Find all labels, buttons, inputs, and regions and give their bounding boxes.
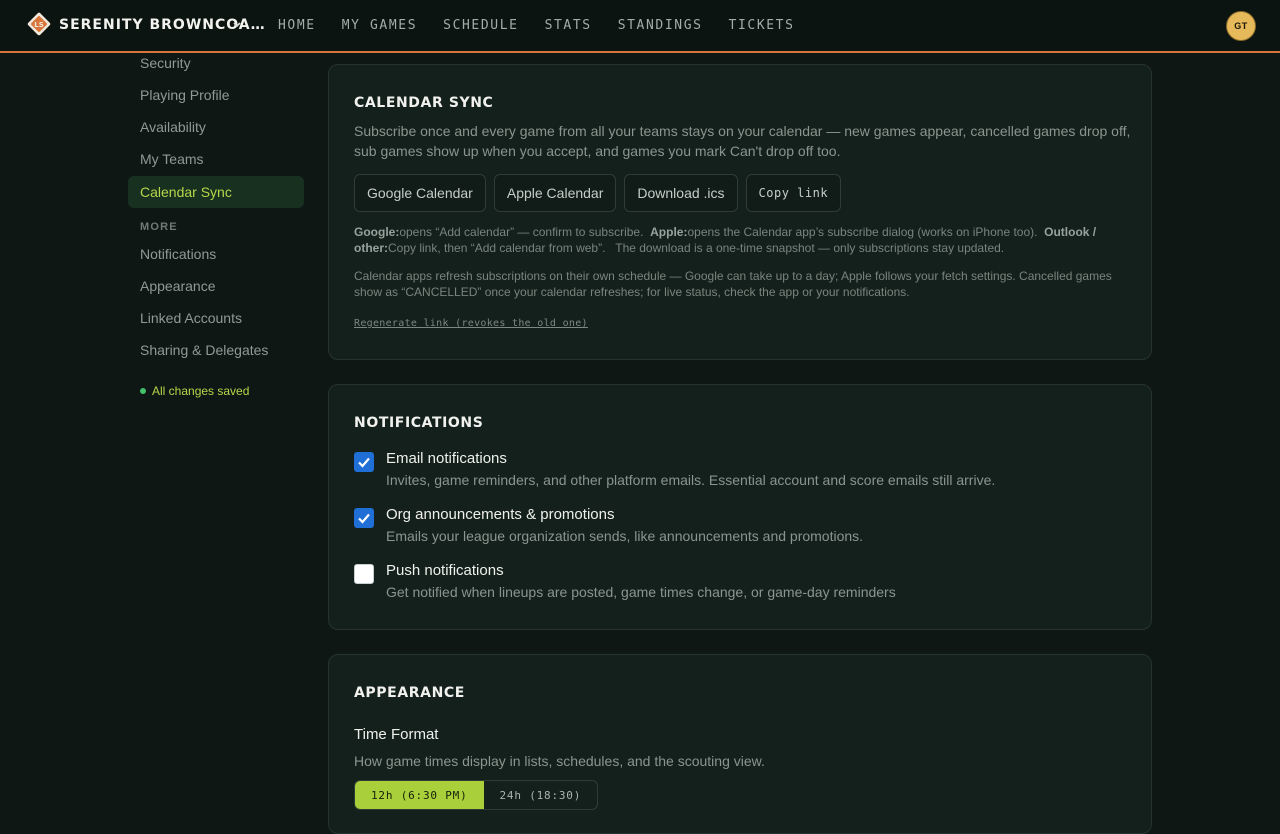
push-notifications-label: Push notifications bbox=[386, 562, 504, 579]
nav-schedule[interactable]: SCHEDULE bbox=[443, 0, 518, 51]
google-calendar-button[interactable]: Google Calendar bbox=[354, 174, 486, 212]
sidebar-item-notifications[interactable]: Notifications bbox=[128, 238, 304, 270]
push-notifications-checkbox[interactable] bbox=[354, 564, 374, 584]
download-ics-button[interactable]: Download .ics bbox=[624, 174, 738, 212]
user-avatar[interactable]: GT bbox=[1226, 11, 1256, 41]
check-icon bbox=[358, 513, 370, 524]
push-notifications-desc: Get notified when lineups are posted, ga… bbox=[386, 584, 896, 600]
sidebar-item-sharing-delegates[interactable]: Sharing & Delegates bbox=[128, 334, 304, 366]
time-format-label: Time Format bbox=[354, 726, 439, 743]
nav-my-games[interactable]: MY GAMES bbox=[342, 0, 417, 51]
nav-standings[interactable]: STANDINGS bbox=[618, 0, 703, 51]
time-format-24h[interactable]: 24h (18:30) bbox=[484, 781, 598, 809]
chevron-down-icon[interactable] bbox=[231, 17, 243, 33]
regenerate-link[interactable]: Regenerate link (revokes the old one) bbox=[354, 318, 588, 329]
top-navigation-bar: LS SERENITY BROWNCOA… HOME MY GAMES SCHE… bbox=[0, 0, 1280, 53]
help-outlook-text: Copy link, then “Add calendar from web”. bbox=[388, 241, 606, 255]
save-status-text: All changes saved bbox=[152, 384, 250, 398]
sidebar-item-calendar-sync[interactable]: Calendar Sync bbox=[128, 176, 304, 208]
appearance-card: APPEARANCE Time Format How game times di… bbox=[328, 654, 1152, 834]
nav-home[interactable]: HOME bbox=[278, 0, 316, 51]
sidebar-item-security[interactable]: Security bbox=[128, 47, 304, 79]
sidebar-section-more: MORE bbox=[140, 221, 178, 233]
brand-logo-text: LS bbox=[34, 21, 44, 29]
notifications-title: NOTIFICATIONS bbox=[354, 415, 484, 431]
email-notifications-label: Email notifications bbox=[386, 450, 507, 467]
org-announcements-label: Org announcements & promotions bbox=[386, 506, 615, 523]
sidebar-item-playing-profile[interactable]: Playing Profile bbox=[128, 79, 304, 111]
sidebar-item-appearance[interactable]: Appearance bbox=[128, 270, 304, 302]
main-nav: HOME MY GAMES SCHEDULE STATS STANDINGS T… bbox=[278, 0, 821, 51]
notifications-card: NOTIFICATIONS Email notifications Invite… bbox=[328, 384, 1152, 630]
nav-tickets[interactable]: TICKETS bbox=[729, 0, 795, 51]
sidebar-item-availability[interactable]: Availability bbox=[128, 111, 304, 143]
org-announcements-checkbox[interactable] bbox=[354, 508, 374, 528]
help-download-text: The download is a one-time snapshot — on… bbox=[615, 241, 1005, 255]
calendar-sync-actions: Google Calendar Apple Calendar Download … bbox=[354, 174, 842, 212]
email-notifications-checkbox[interactable] bbox=[354, 452, 374, 472]
org-announcements-desc: Emails your league organization sends, l… bbox=[386, 528, 864, 544]
email-notifications-option: Email notifications Invites, game remind… bbox=[354, 450, 1134, 496]
push-notifications-option: Push notifications Get notified when lin… bbox=[354, 562, 1134, 608]
apple-calendar-button[interactable]: Apple Calendar bbox=[493, 174, 617, 212]
calendar-refresh-note: Calendar apps refresh subscriptions on t… bbox=[354, 269, 1112, 299]
time-format-description: How game times display in lists, schedul… bbox=[354, 753, 765, 769]
sidebar-item-my-teams[interactable]: My Teams bbox=[128, 143, 304, 175]
help-apple-label: Apple: bbox=[650, 225, 688, 239]
save-status: All changes saved bbox=[140, 384, 249, 398]
help-apple-text: opens the Calendar app’s subscribe dialo… bbox=[687, 225, 1038, 239]
nav-stats[interactable]: STATS bbox=[545, 0, 592, 51]
calendar-sync-description: Subscribe once and every game from all y… bbox=[354, 123, 1131, 159]
help-google-label: Google: bbox=[354, 225, 400, 239]
sidebar-item-linked-accounts[interactable]: Linked Accounts bbox=[128, 302, 304, 334]
brand-logo-icon[interactable]: LS bbox=[27, 12, 51, 36]
email-notifications-desc: Invites, game reminders, and other platf… bbox=[386, 472, 996, 488]
time-format-toggle: 12h (6:30 PM) 24h (18:30) bbox=[354, 780, 599, 810]
help-google-text: opens “Add calendar” — confirm to subscr… bbox=[399, 225, 644, 239]
check-icon bbox=[358, 457, 370, 468]
copy-link-button[interactable]: Copy link bbox=[745, 174, 842, 212]
calendar-sync-title: CALENDAR SYNC bbox=[354, 95, 494, 111]
org-announcements-option: Org announcements & promotions Emails yo… bbox=[354, 506, 1134, 552]
calendar-sync-help: Google:opens “Add calendar” — confirm to… bbox=[354, 224, 1134, 256]
time-format-12h[interactable]: 12h (6:30 PM) bbox=[355, 781, 484, 809]
calendar-sync-card: CALENDAR SYNC Subscribe once and every g… bbox=[328, 64, 1152, 360]
status-dot-icon bbox=[140, 388, 146, 394]
appearance-title: APPEARANCE bbox=[354, 685, 465, 701]
